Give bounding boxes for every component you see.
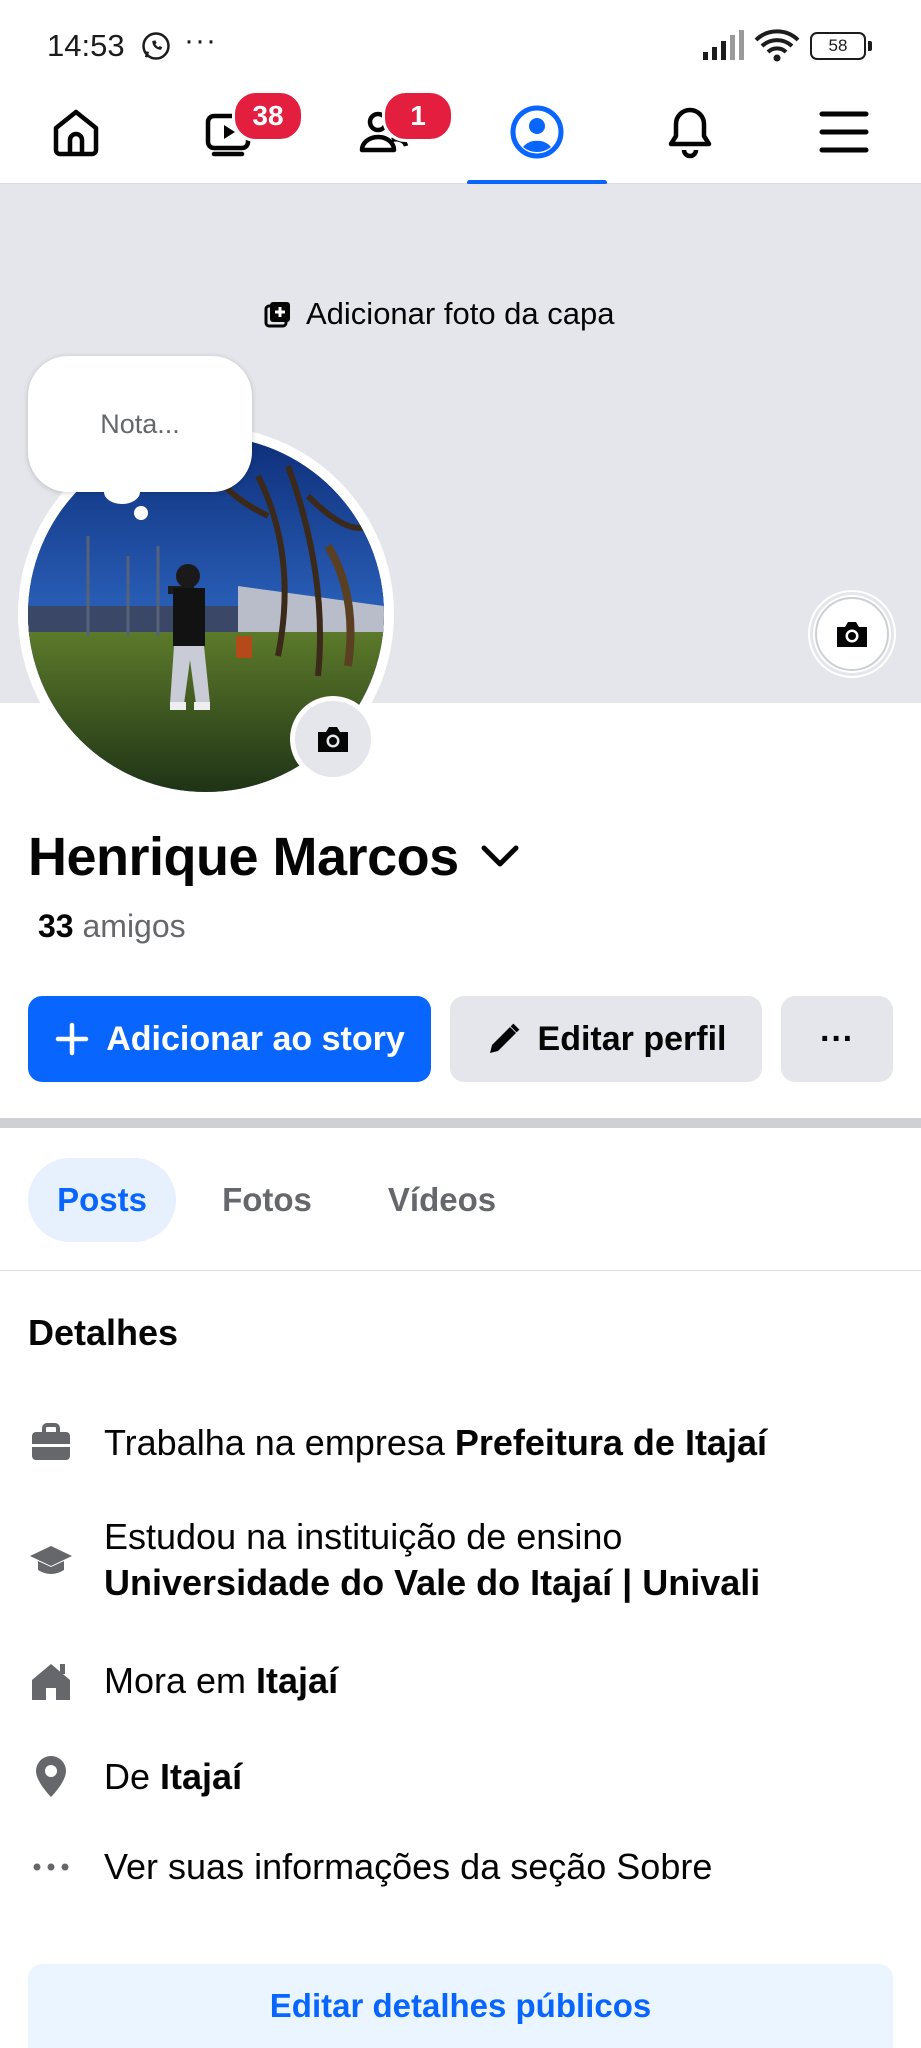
detail-lives-value[interactable]: Itajaí [256, 1660, 338, 1701]
cover-camera-button[interactable] [810, 592, 894, 676]
detail-from: De Itajaí [28, 1754, 908, 1800]
battery-icon: 58 [810, 32, 872, 60]
plus-icon [55, 1022, 89, 1056]
detail-work-value[interactable]: Prefeitura de Itajaí [455, 1422, 767, 1463]
briefcase-icon [32, 1423, 70, 1460]
detail-education: Estudou na instituição de ensino Univers… [28, 1514, 908, 1606]
edit-public-details-button[interactable]: Editar detalhes públicos [28, 1964, 893, 2048]
tab-videos[interactable]: Vídeos [366, 1158, 518, 1242]
detail-about-label: Ver suas informações da seção Sobre [104, 1846, 713, 1887]
avatar-camera-button[interactable] [290, 696, 376, 782]
more-dots-icon: ··· [820, 1019, 854, 1058]
add-to-story-button[interactable]: Adicionar ao story [28, 996, 431, 1082]
note-bubble[interactable]: Nota... [28, 356, 252, 492]
status-time: 14:53 [47, 28, 125, 63]
add-photo-icon [264, 302, 290, 328]
details-heading: Detalhes [28, 1312, 179, 1353]
detail-work: Trabalha na empresa Prefeitura de Itajaí [28, 1420, 908, 1466]
friends-count-number: 33 [38, 908, 74, 944]
house-icon [32, 1664, 70, 1700]
detail-work-prefix: Trabalha na empresa [104, 1422, 455, 1463]
whatsapp-icon [142, 32, 170, 60]
camera-icon [837, 622, 867, 647]
note-bubble-tail-small [134, 506, 148, 520]
friends-count[interactable]: 33 amigos [38, 908, 186, 945]
signal-icon [703, 30, 744, 60]
profile-name[interactable]: Henrique Marcos [28, 826, 459, 888]
nav-friends[interactable]: 1 [314, 80, 454, 184]
section-separator [0, 1118, 921, 1128]
nav-notifications[interactable] [620, 80, 760, 184]
edit-profile-button[interactable]: Editar perfil [450, 996, 762, 1082]
status-more-dots: ··· [184, 24, 217, 57]
bell-icon [668, 107, 712, 159]
more-dots-icon [33, 1863, 69, 1871]
tabs-divider [0, 1270, 921, 1271]
location-pin-icon [36, 1756, 66, 1797]
detail-lives-prefix: Mora em [104, 1660, 257, 1701]
add-to-story-label: Adicionar ao story [106, 1019, 405, 1058]
detail-about-link[interactable]: Ver suas informações da seção Sobre [28, 1844, 908, 1890]
tab-fotos[interactable]: Fotos [200, 1158, 334, 1242]
friends-badge: 1 [382, 90, 454, 142]
video-badge: 38 [232, 90, 304, 142]
profile-icon [510, 105, 564, 159]
nav-profile[interactable] [467, 80, 607, 185]
pencil-icon [489, 1023, 519, 1053]
note-bubble-tail [104, 480, 140, 504]
chevron-down-icon[interactable] [478, 840, 522, 876]
tab-posts[interactable]: Posts [28, 1158, 176, 1242]
wifi-icon [754, 29, 800, 62]
friends-count-label: amigos [82, 908, 186, 944]
top-nav: 38 1 [0, 80, 921, 185]
nav-video[interactable]: 38 [160, 80, 304, 184]
note-placeholder: Nota... [100, 408, 180, 439]
home-icon [53, 109, 99, 157]
detail-education-value[interactable]: Universidade do Vale do Itajaí | Univali [104, 1562, 760, 1603]
menu-icon [819, 111, 869, 153]
edit-profile-label: Editar perfil [537, 1019, 727, 1058]
graduation-cap-icon [30, 1546, 72, 1574]
more-options-button[interactable]: ··· [781, 996, 893, 1082]
nav-home[interactable] [6, 80, 146, 184]
nav-menu[interactable] [774, 80, 914, 184]
detail-lives: Mora em Itajaí [28, 1658, 908, 1704]
detail-education-prefix: Estudou na instituição de ensino [104, 1516, 623, 1557]
add-cover-photo-button[interactable]: Adicionar foto da capa [264, 296, 615, 332]
add-cover-label: Adicionar foto da capa [306, 296, 615, 331]
detail-from-value[interactable]: Itajaí [160, 1756, 242, 1797]
status-bar: 14:53 ··· 58 [0, 0, 921, 80]
camera-icon [318, 727, 348, 752]
detail-from-prefix: De [104, 1756, 161, 1797]
edit-public-details-label: Editar detalhes públicos [269, 1987, 652, 2024]
